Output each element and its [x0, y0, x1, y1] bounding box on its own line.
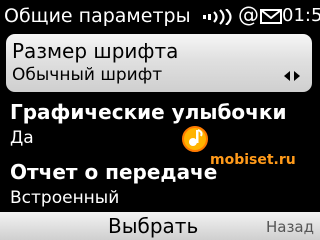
watermark-logo-icon: [182, 126, 208, 152]
list-item-title: Размер шрифта: [12, 39, 179, 63]
select-softkey[interactable]: Выбрать: [108, 214, 198, 238]
clock-time: 01:53: [282, 5, 320, 26]
list-item-graphic-smileys[interactable]: Графические улыбочки Да: [0, 92, 320, 150]
screen-title: Общие параметры: [4, 5, 191, 27]
list-item-value: Встроенный: [10, 188, 120, 208]
settings-list: Размер шрифта Обычный шрифт Графические …: [0, 30, 320, 208]
left-right-arrows-icon: [284, 71, 300, 81]
signal-icon: [203, 9, 232, 25]
list-item-value: Да: [10, 128, 34, 148]
at-icon: @: [238, 3, 259, 27]
list-item-title: Отчет о передаче: [10, 160, 218, 184]
watermark-text: mobiset.ru: [210, 152, 296, 168]
mail-icon: [260, 9, 282, 24]
status-bar: Общие параметры @ 01:53: [0, 0, 320, 32]
list-item-title: Графические улыбочки: [10, 100, 287, 124]
back-softkey[interactable]: Назад: [266, 217, 314, 237]
phone-screen: Общие параметры @ 01:53 Размер шрифта Об…: [0, 0, 320, 240]
list-item-value: Обычный шрифт: [12, 65, 163, 85]
list-item-font-size[interactable]: Размер шрифта Обычный шрифт: [6, 34, 312, 92]
softkey-bar: Выбрать Назад: [0, 212, 320, 240]
